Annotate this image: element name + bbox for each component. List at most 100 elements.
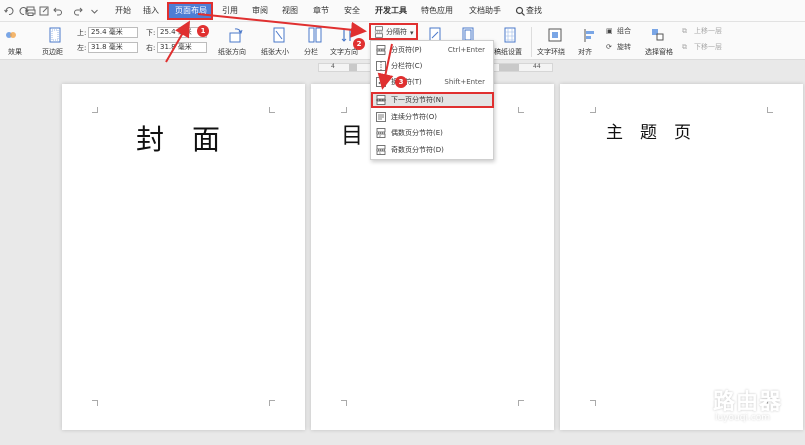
tab-view[interactable]: 视图	[282, 6, 298, 16]
margin-corner-mark	[269, 107, 275, 113]
menu-item-label: 分页符(P)	[391, 46, 422, 54]
margin-left-label: 左:	[77, 44, 87, 52]
ruler-left-number: 4	[331, 63, 335, 70]
menu-item-continuous-section-break[interactable]: 连续分节符(O)	[371, 109, 493, 125]
margin-corner-mark	[767, 107, 773, 113]
column-break-icon	[376, 61, 386, 71]
margins-button[interactable]: 页边距	[42, 48, 63, 57]
menu-bar: 开始 插入 页面布局 引用 审阅 视图 章节 安全 开发工具 特色应用 文档助手…	[0, 0, 805, 22]
tab-review[interactable]: 审阅	[252, 6, 268, 16]
tab-references[interactable]: 引用	[222, 6, 238, 16]
manuscript-button[interactable]: 稿纸设置	[494, 48, 522, 57]
margin-corner-mark	[518, 400, 524, 406]
even-page-section-break-icon: 2	[376, 128, 386, 138]
paper-size-icon[interactable]	[272, 27, 286, 44]
highlight-box-page-layout-tab	[167, 2, 213, 20]
odd-page-section-break-icon: 1	[376, 145, 386, 155]
tab-home[interactable]: 开始	[115, 6, 131, 16]
margin-left-field[interactable]: 31.8 毫米	[88, 42, 138, 53]
ruler-right-margin-marker[interactable]	[499, 64, 519, 71]
effects-icon[interactable]	[4, 27, 18, 44]
manuscript-icon[interactable]	[503, 27, 517, 44]
margin-top-field[interactable]: 25.4 毫米	[88, 27, 138, 38]
print-icon[interactable]	[25, 6, 36, 16]
menu-item-label: 连续分节符(O)	[391, 113, 437, 121]
tab-insert[interactable]: 插入	[143, 6, 159, 16]
edit-icon[interactable]	[39, 6, 50, 16]
group-button[interactable]: 组合	[617, 26, 631, 36]
margin-corner-mark	[92, 400, 98, 406]
step-badge: 3	[395, 76, 407, 88]
undo-history-icon[interactable]	[4, 6, 15, 16]
menu-item-odd-page-section-break[interactable]: 1 奇数页分节符(D)	[371, 142, 493, 158]
selection-pane-button[interactable]: 选择窗格	[645, 48, 673, 57]
orientation-button[interactable]: 纸张方向	[218, 48, 246, 57]
ruler-left-margin-marker[interactable]	[349, 64, 357, 71]
paper-size-button[interactable]: 纸张大小	[261, 48, 289, 57]
margin-corner-mark	[92, 107, 98, 113]
tab-security[interactable]: 安全	[344, 6, 360, 16]
search-button[interactable]: 查找	[526, 6, 542, 16]
rotate-icon[interactable]: ⟳	[606, 42, 612, 52]
step-badge: 2	[353, 38, 365, 50]
step-badge: 1	[197, 25, 209, 37]
margin-right-field[interactable]: 31.8 毫米	[157, 42, 207, 53]
menu-item-page-break[interactable]: 分页符(P) Ctrl+Enter	[371, 42, 493, 58]
margin-corner-mark	[590, 107, 596, 113]
align-button[interactable]: 对齐	[578, 48, 592, 57]
menu-item-line-break[interactable]: 换行符(T) Shift+Enter	[371, 74, 493, 90]
rotate-button[interactable]: 旋转	[617, 42, 631, 52]
text-wrap-button[interactable]: 文字环绕	[537, 48, 565, 57]
highlight-box-next-page-section-break	[371, 92, 494, 108]
menu-item-label: 奇数页分节符(D)	[391, 146, 444, 154]
menu-item-shortcut: Ctrl+Enter	[447, 46, 485, 54]
page-title: 主 题 页	[606, 123, 691, 143]
margin-corner-mark	[341, 400, 347, 406]
align-icon[interactable]	[583, 27, 597, 44]
margin-corner-mark	[590, 400, 596, 406]
undo-icon[interactable]	[52, 6, 63, 16]
menu-item-column-break[interactable]: 分栏符(C)	[371, 58, 493, 74]
search-icon[interactable]	[515, 6, 526, 16]
bring-forward-button[interactable]: 上移一层	[694, 26, 722, 36]
menu-item-even-page-section-break[interactable]: 2 偶数页分节符(E)	[371, 125, 493, 141]
orientation-icon[interactable]	[229, 27, 243, 44]
margin-corner-mark	[269, 400, 275, 406]
svg-text:2: 2	[379, 134, 381, 138]
group-icon[interactable]: ▣	[606, 26, 613, 36]
effects-button[interactable]: 效果	[8, 48, 22, 57]
menu-item-label: 偶数页分节符(E)	[391, 129, 443, 137]
text-direction-icon[interactable]	[340, 27, 354, 44]
watermark-title: 路由器	[713, 390, 783, 415]
customize-dropdown-icon[interactable]	[89, 6, 98, 16]
menu-item-label: 分栏符(C)	[391, 62, 423, 70]
tab-chapter[interactable]: 章节	[313, 6, 329, 16]
highlight-box-breaks-button	[369, 23, 418, 40]
ribbon-separator	[531, 27, 532, 57]
columns-icon[interactable]	[308, 27, 322, 44]
tab-doc-assistant[interactable]: 文档助手	[469, 6, 501, 16]
watermark: 路由器 luyouqi.com	[665, 380, 795, 435]
redo-icon[interactable]	[73, 6, 84, 16]
ruler-right-number: 44	[533, 63, 541, 70]
page-main-topic[interactable]: 主 题 页	[560, 84, 803, 430]
send-backward-icon[interactable]: ⧉	[682, 42, 687, 52]
margin-top-label: 上:	[77, 29, 87, 37]
text-direction-button[interactable]: 文字方向	[330, 48, 358, 57]
page-break-icon	[376, 45, 386, 55]
bring-forward-icon[interactable]: ⧉	[682, 26, 687, 36]
svg-text:1: 1	[379, 151, 381, 155]
columns-button[interactable]: 分栏	[304, 48, 318, 57]
margin-right-label: 右:	[146, 44, 156, 52]
text-wrap-icon[interactable]	[548, 27, 562, 44]
continuous-section-break-icon	[376, 112, 386, 122]
send-backward-button[interactable]: 下移一层	[694, 42, 722, 52]
tab-developer[interactable]: 开发工具	[375, 6, 407, 16]
margins-icon[interactable]	[48, 27, 62, 44]
tab-special-apps[interactable]: 特色应用	[421, 6, 453, 16]
margin-corner-mark	[341, 107, 347, 113]
selection-pane-icon[interactable]	[651, 27, 665, 44]
watermark-subtitle: luyouqi.com	[715, 413, 771, 423]
page-cover[interactable]: 封 面	[62, 84, 305, 430]
line-break-icon	[376, 77, 386, 87]
